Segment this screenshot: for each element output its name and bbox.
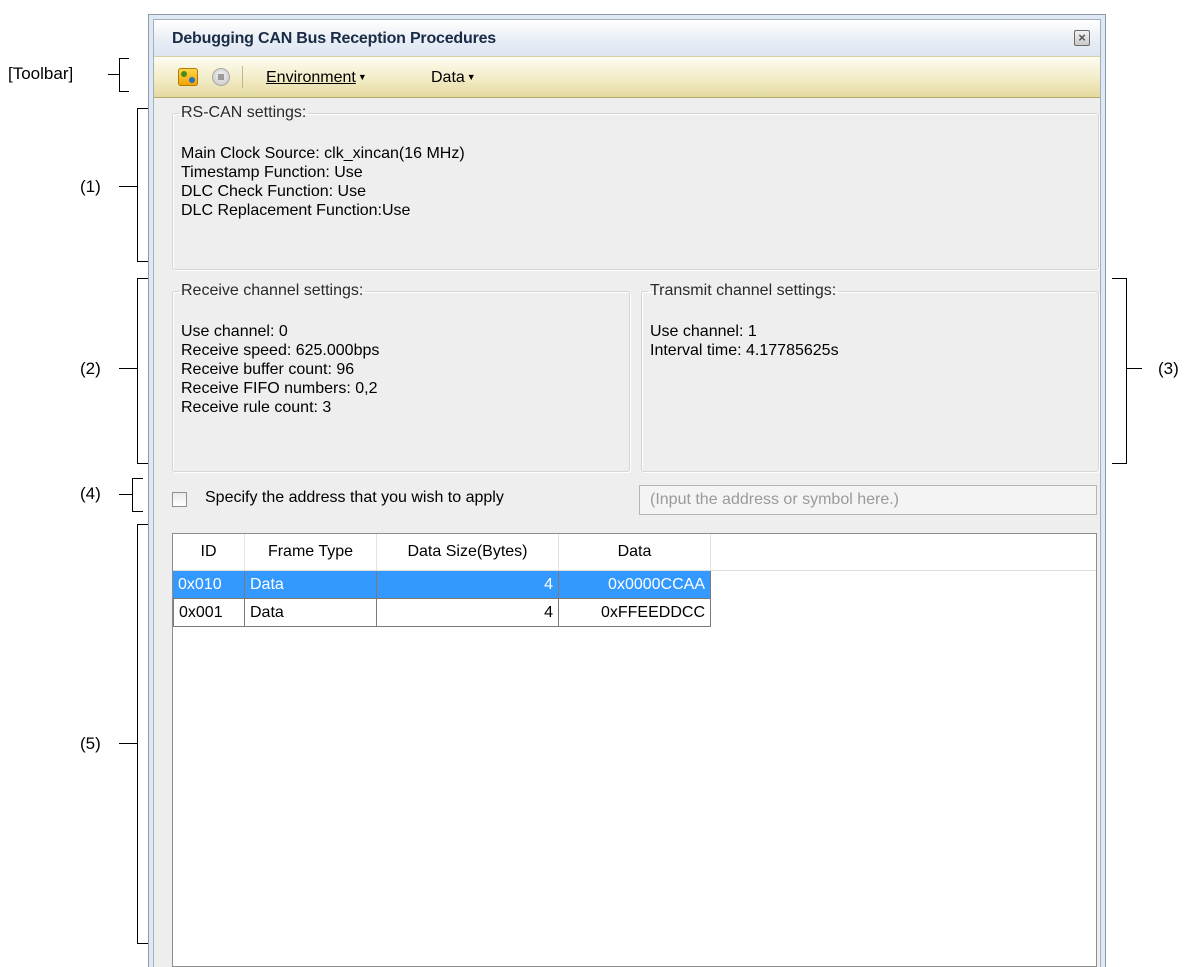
callout-2: (2) xyxy=(80,359,101,378)
cell-data-size[interactable]: 4 xyxy=(377,599,559,627)
rscan-settings-lines: Main Clock Source: clk_xincan(16 MHz) Ti… xyxy=(181,144,465,220)
column-header-frame-type[interactable]: Frame Type xyxy=(245,534,377,570)
bracket-4 xyxy=(132,478,143,512)
data-menu-label: Data xyxy=(431,69,465,86)
cell-frame-type[interactable]: Data xyxy=(245,599,377,627)
chevron-down-icon: ▼ xyxy=(357,72,367,82)
rscan-line: DLC Replacement Function:Use xyxy=(181,202,411,219)
chevron-down-icon: ▼ xyxy=(466,72,476,82)
tick-4 xyxy=(119,494,132,495)
receive-line: Receive FIFO numbers: 0,2 xyxy=(181,380,378,397)
column-header-id[interactable]: ID xyxy=(173,534,245,570)
column-header-data[interactable]: Data xyxy=(559,534,711,570)
rscan-line: Timestamp Function: Use xyxy=(181,164,363,181)
cell-data[interactable]: 0x0000CCAA xyxy=(559,571,711,599)
rscan-settings-legend: RS-CAN settings: xyxy=(181,104,307,121)
rscan-settings-group: RS-CAN settings: Main Clock Source: clk_… xyxy=(172,104,1099,270)
toolbar: Environment ▼ Data ▼ xyxy=(154,56,1100,98)
can-debug-icon[interactable] xyxy=(178,68,198,86)
address-input[interactable] xyxy=(639,485,1097,515)
callout-5: (5) xyxy=(80,734,101,753)
receive-line: Receive rule count: 3 xyxy=(181,399,332,416)
cell-id[interactable]: 0x010 xyxy=(173,571,245,599)
callout-1: (1) xyxy=(80,177,101,196)
window-title: Debugging CAN Bus Reception Procedures xyxy=(172,30,496,47)
address-checkbox[interactable] xyxy=(172,492,187,507)
can-debug-window: Debugging CAN Bus Reception Procedures ×… xyxy=(148,14,1106,967)
cell-frame-type[interactable]: Data xyxy=(245,571,377,599)
callout-4: (4) xyxy=(80,484,101,503)
transmit-line: Use channel: 1 xyxy=(650,323,757,340)
environment-menu[interactable]: Environment ▼ xyxy=(266,68,367,87)
transmit-channel-group: Transmit channel settings: Use channel: … xyxy=(641,282,1099,472)
window-body: Debugging CAN Bus Reception Procedures ×… xyxy=(153,19,1101,967)
received-data-table: ID Frame Type Data Size(Bytes) Data 0x01… xyxy=(172,533,1097,967)
receive-line: Receive speed: 625.000bps xyxy=(181,342,380,359)
transmit-channel-legend: Transmit channel settings: xyxy=(650,282,837,299)
cell-id[interactable]: 0x001 xyxy=(173,599,245,627)
receive-line: Use channel: 0 xyxy=(181,323,288,340)
tick-1 xyxy=(119,186,137,187)
bracket-5 xyxy=(137,524,148,944)
tick-5 xyxy=(119,743,137,744)
bracket-toolbar xyxy=(119,58,129,92)
bracket-3 xyxy=(1112,278,1127,464)
callout-3: (3) xyxy=(1158,359,1179,378)
environment-menu-label: Environment xyxy=(266,69,356,86)
table-header: ID Frame Type Data Size(Bytes) Data xyxy=(173,534,1096,571)
callout-toolbar: [Toolbar] xyxy=(8,64,74,83)
data-menu[interactable]: Data ▼ xyxy=(431,68,476,87)
rscan-line: Main Clock Source: clk_xincan(16 MHz) xyxy=(181,145,465,162)
tick-2 xyxy=(119,368,137,369)
receive-channel-group: Receive channel settings: Use channel: 0… xyxy=(172,282,630,472)
column-header-data-size[interactable]: Data Size(Bytes) xyxy=(377,534,559,570)
rscan-line: DLC Check Function: Use xyxy=(181,183,366,200)
receive-line: Receive buffer count: 96 xyxy=(181,361,355,378)
bracket-2 xyxy=(137,278,148,464)
receive-channel-lines: Use channel: 0 Receive speed: 625.000bps… xyxy=(181,322,379,417)
close-icon[interactable]: × xyxy=(1074,30,1090,46)
tick-3 xyxy=(1126,368,1142,369)
toolbar-separator xyxy=(242,66,243,88)
address-checkbox-label[interactable]: Specify the address that you wish to app… xyxy=(205,489,504,507)
bracket-1 xyxy=(137,108,148,262)
cell-data-size[interactable]: 4 xyxy=(377,571,559,599)
stop-icon[interactable] xyxy=(212,68,230,86)
transmit-channel-lines: Use channel: 1 Interval time: 4.17785625… xyxy=(650,322,839,360)
tick-toolbar xyxy=(108,74,119,75)
title-bar[interactable]: Debugging CAN Bus Reception Procedures × xyxy=(154,20,1100,56)
transmit-line: Interval time: 4.17785625s xyxy=(650,342,839,359)
receive-channel-legend: Receive channel settings: xyxy=(181,282,364,299)
cell-data[interactable]: 0xFFEEDDCC xyxy=(559,599,711,627)
